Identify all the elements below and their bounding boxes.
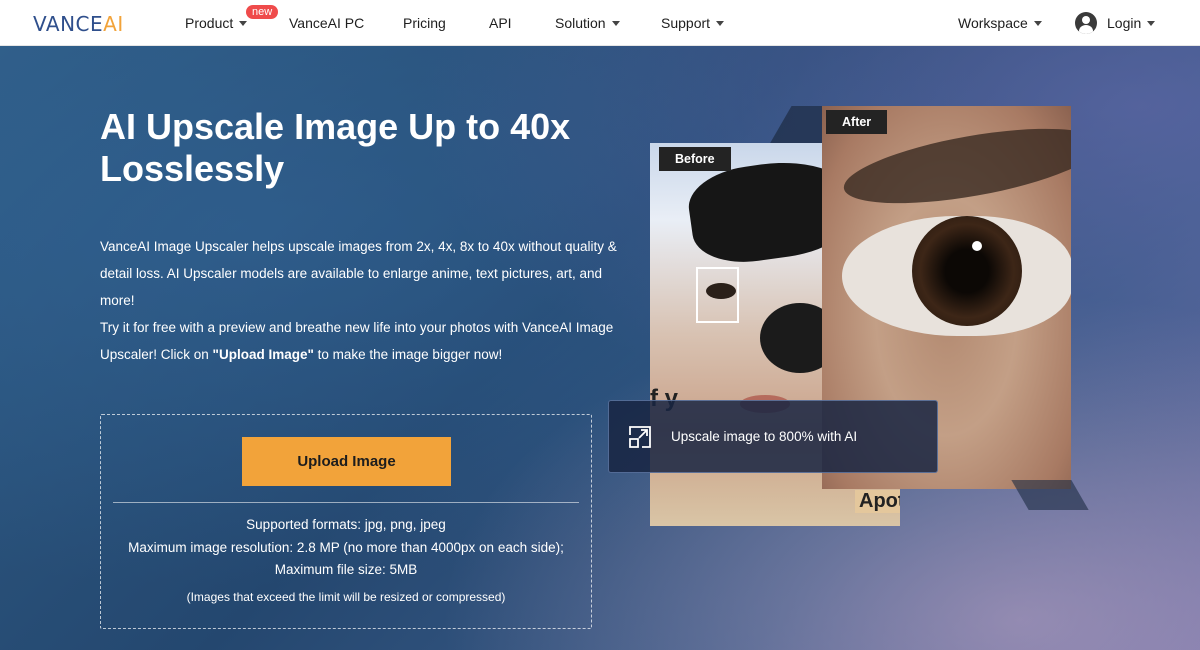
chevron-down-icon bbox=[716, 20, 725, 26]
chevron-down-icon bbox=[239, 20, 248, 26]
nav-item-label: Login bbox=[1107, 15, 1142, 31]
logo-text-main: VANCE bbox=[33, 12, 104, 36]
nav-item-label: Solution bbox=[555, 15, 606, 31]
upload-dropzone[interactable]: Upload Image Supported formats: jpg, png… bbox=[100, 414, 592, 629]
page-title: AI Upscale Image Up to 40x Losslessly bbox=[100, 106, 571, 189]
expand-icon bbox=[629, 426, 651, 448]
new-badge: new bbox=[246, 5, 279, 19]
upload-requirements: Supported formats: jpg, png, jpeg Maximu… bbox=[101, 514, 591, 582]
max-filesize-text: Maximum file size: 5MB bbox=[274, 562, 418, 577]
nav-item-label: Product bbox=[185, 15, 234, 31]
zoom-region-indicator bbox=[696, 267, 739, 323]
description-paragraph-2: Try it for free with a preview and breat… bbox=[100, 320, 614, 362]
upload-image-emphasis: "Upload Image" bbox=[212, 347, 314, 362]
vanceai-logo[interactable]: VANCEAI bbox=[33, 12, 124, 36]
nav-item-vanceai-pc[interactable]: VanceAI PC bbox=[289, 15, 364, 31]
chevron-down-icon bbox=[611, 20, 620, 26]
nav-item-support[interactable]: Support bbox=[661, 15, 725, 31]
chevron-down-icon bbox=[1033, 20, 1042, 26]
nav-item-workspace[interactable]: Workspace bbox=[958, 15, 1042, 31]
after-image-text: Apoth bbox=[855, 490, 900, 513]
iris-shape bbox=[912, 216, 1022, 326]
nav-item-label: Workspace bbox=[958, 15, 1028, 31]
max-resolution-text: Maximum image resolution: 2.8 MP (no mor… bbox=[128, 539, 564, 555]
glint-shape bbox=[972, 241, 982, 251]
upscale-info-text: Upscale image to 800% with AI bbox=[671, 429, 858, 444]
hero-description: VanceAI Image Upscaler helps upscale ima… bbox=[100, 233, 620, 368]
nav-item-api[interactable]: API bbox=[489, 15, 512, 31]
divider bbox=[113, 502, 579, 503]
nav-item-label: Support bbox=[661, 15, 711, 31]
nav-item-label: API bbox=[489, 15, 512, 31]
logo-text-accent: AI bbox=[103, 12, 124, 36]
nav-item-label: VanceAI PC bbox=[289, 15, 365, 31]
after-label: After bbox=[826, 110, 888, 134]
nav-item-login[interactable]: Login bbox=[1107, 15, 1156, 31]
user-avatar-icon[interactable] bbox=[1075, 12, 1097, 34]
supported-formats-text: Supported formats: jpg, png, jpeg bbox=[246, 517, 446, 532]
upload-image-button[interactable]: Upload Image bbox=[242, 437, 451, 486]
description-paragraph-1: VanceAI Image Upscaler helps upscale ima… bbox=[100, 239, 617, 308]
chevron-down-icon bbox=[1147, 20, 1156, 26]
nav-item-pricing[interactable]: Pricing bbox=[403, 15, 446, 31]
before-label: Before bbox=[659, 147, 731, 171]
upscale-info-card: Upscale image to 800% with AI bbox=[608, 400, 938, 473]
nav-item-product[interactable]: Product bbox=[185, 15, 248, 31]
nav-item-solution[interactable]: Solution bbox=[555, 15, 620, 31]
top-navigation: VANCEAI Product new VanceAI PC Pricing A… bbox=[0, 0, 1200, 46]
resize-note-text: (Images that exceed the limit will be re… bbox=[186, 590, 506, 604]
nav-item-label: Pricing bbox=[403, 15, 446, 31]
